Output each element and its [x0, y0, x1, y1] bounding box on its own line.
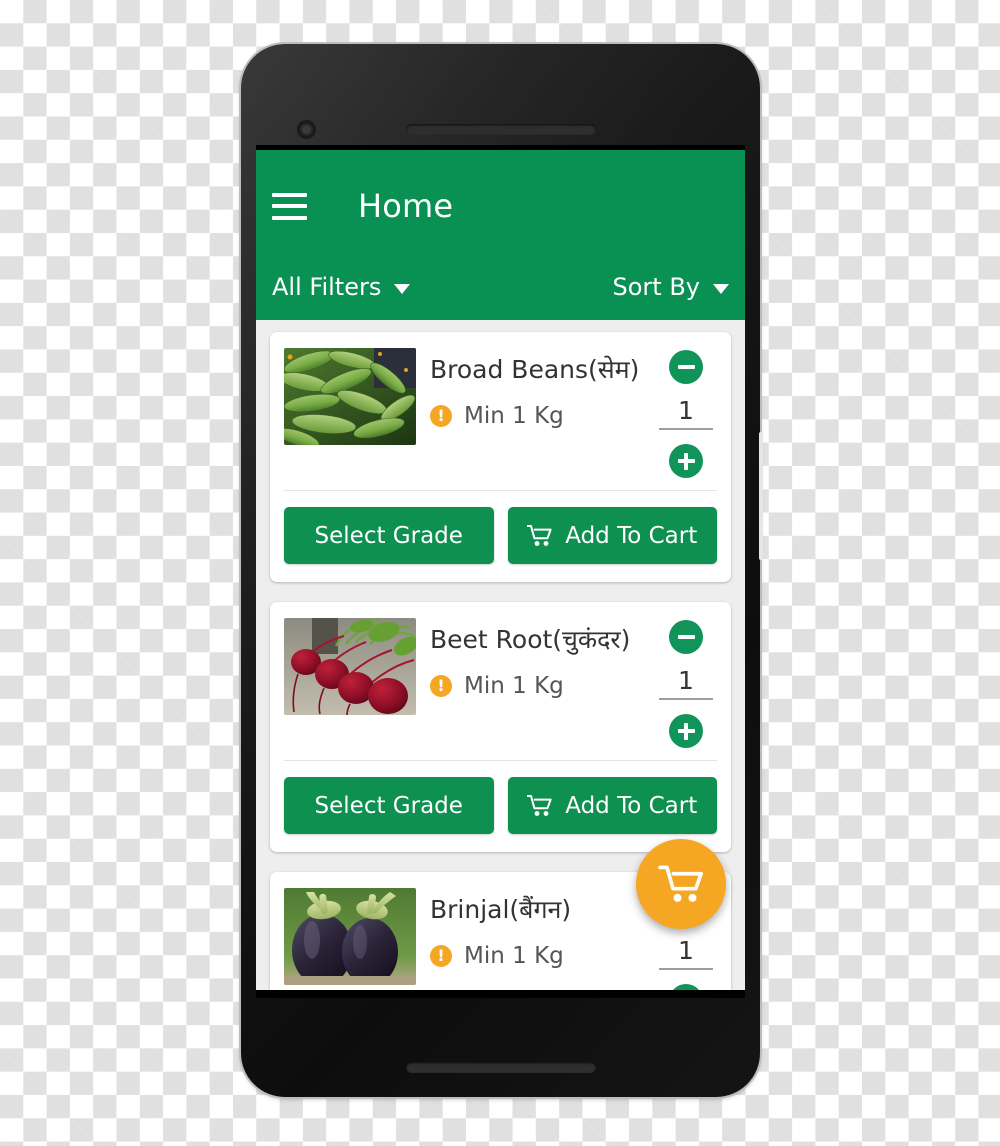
- min-order-text: Min 1 Kg: [464, 402, 564, 429]
- power-button-icon[interactable]: [759, 432, 763, 560]
- min-order-text: Min 1 Kg: [464, 942, 564, 969]
- filters-row: All Filters Sort By: [256, 262, 745, 312]
- quantity-underline: [659, 968, 713, 970]
- card-actions: Select Grade Add To Cart: [270, 761, 731, 852]
- quantity-value[interactable]: 1: [655, 936, 717, 965]
- warning-exclamation-icon: !: [430, 944, 452, 967]
- quantity-value[interactable]: 1: [655, 396, 717, 425]
- quantity-value[interactable]: 1: [655, 666, 717, 695]
- minus-circle-icon[interactable]: [669, 620, 703, 654]
- caret-down-icon: [394, 283, 411, 294]
- quantity-stepper: 1: [655, 618, 717, 748]
- min-order-row: ! Min 1 Kg: [430, 403, 655, 429]
- quantity-stepper: 1: [655, 348, 717, 478]
- product-card-header: Beet Root(चुकंदर) ! Min 1 Kg 1: [270, 602, 731, 760]
- product-info: Broad Beans(सेम) ! Min 1 Kg: [416, 348, 655, 429]
- all-filters-label: All Filters: [272, 273, 382, 301]
- phone-device-frame: Home All Filters Sort By Broad Beans(सेम…: [241, 44, 760, 1097]
- loudspeaker-icon: [406, 1062, 596, 1073]
- front-camera-icon: [297, 120, 316, 139]
- minus-bar: [677, 635, 695, 639]
- product-card[interactable]: Beet Root(चुकंदर) ! Min 1 Kg 1 Select Gr…: [270, 602, 731, 852]
- add-to-cart-label: Add To Cart: [565, 522, 698, 549]
- shopping-cart-icon: [527, 525, 552, 546]
- minus-circle-icon[interactable]: [669, 350, 703, 384]
- hamburger-line: [272, 192, 307, 197]
- product-name: Beet Root(चुकंदर): [430, 625, 631, 654]
- plus-bar-v: [684, 722, 688, 740]
- add-to-cart-button[interactable]: Add To Cart: [507, 507, 717, 564]
- app-viewport: Home All Filters Sort By Broad Beans(सेम…: [256, 150, 745, 990]
- product-info: Brinjal(बैंगन) ! Min 1 Kg: [416, 888, 655, 969]
- page-title: Home: [358, 187, 454, 225]
- plus-circle-icon[interactable]: [669, 984, 703, 990]
- add-to-cart-label: Add To Cart: [565, 792, 698, 819]
- select-grade-label: Select Grade: [314, 522, 463, 549]
- cart-floating-action-button[interactable]: [636, 839, 726, 929]
- warning-exclamation-icon: !: [430, 404, 452, 427]
- select-grade-button[interactable]: Select Grade: [284, 777, 494, 834]
- phone-screen: Home All Filters Sort By Broad Beans(सेम…: [256, 145, 745, 998]
- sort-by-label: Sort By: [612, 273, 701, 301]
- min-order-row: ! Min 1 Kg: [430, 943, 655, 969]
- plus-circle-icon[interactable]: [669, 444, 703, 478]
- min-order-text: Min 1 Kg: [464, 672, 564, 699]
- product-name: Brinjal(बैंगन): [430, 895, 572, 924]
- product-name: Broad Beans(सेम): [430, 355, 640, 384]
- product-thumbnail: [284, 618, 416, 715]
- all-filters-dropdown[interactable]: All Filters: [272, 273, 411, 301]
- minus-bar: [677, 365, 695, 369]
- select-grade-label: Select Grade: [314, 792, 463, 819]
- card-actions: Select Grade Add To Cart: [270, 491, 731, 582]
- shopping-cart-icon: [658, 865, 703, 902]
- sort-by-dropdown[interactable]: Sort By: [612, 273, 729, 301]
- plus-bar-v: [684, 452, 688, 470]
- product-info: Beet Root(चुकंदर) ! Min 1 Kg: [416, 618, 655, 699]
- shopping-cart-icon: [527, 795, 552, 816]
- plus-circle-icon[interactable]: [669, 714, 703, 748]
- hamburger-line: [272, 215, 307, 220]
- add-to-cart-button[interactable]: Add To Cart: [507, 777, 717, 834]
- min-order-row: ! Min 1 Kg: [430, 673, 655, 699]
- hamburger-menu-icon[interactable]: [272, 192, 307, 220]
- app-bar: Home All Filters Sort By: [256, 150, 745, 320]
- quantity-underline: [659, 698, 713, 700]
- warning-exclamation-icon: !: [430, 674, 452, 697]
- product-thumbnail: [284, 888, 416, 985]
- caret-down-icon: [713, 283, 729, 294]
- quantity-underline: [659, 428, 713, 430]
- app-bar-top-row: Home: [256, 150, 745, 262]
- earpiece-speaker-icon: [406, 124, 596, 135]
- hamburger-line: [272, 204, 307, 208]
- product-card-header: Broad Beans(सेम) ! Min 1 Kg 1: [270, 332, 731, 490]
- product-card[interactable]: Broad Beans(सेम) ! Min 1 Kg 1 Select Gra…: [270, 332, 731, 582]
- product-thumbnail: [284, 348, 416, 445]
- select-grade-button[interactable]: Select Grade: [284, 507, 494, 564]
